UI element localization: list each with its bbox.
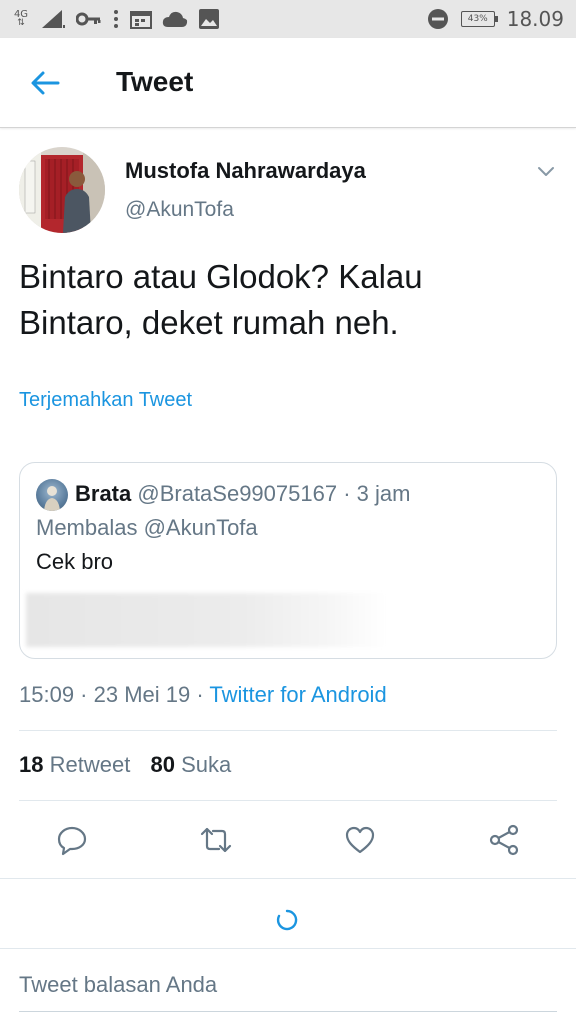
divider xyxy=(19,730,557,731)
quoted-media-blurred xyxy=(26,593,386,647)
network-indicator: 4G ⇅ xyxy=(12,10,30,28)
author-handle[interactable]: @AkunTofa xyxy=(125,198,234,222)
calendar-icon xyxy=(130,9,152,29)
tweet-text-line: Bintaro atau Glodok? Kalau xyxy=(19,258,423,295)
chevron-down-icon xyxy=(538,167,554,176)
status-left: 4G ⇅ xyxy=(12,6,220,32)
status-bar: 4G ⇅ 43% 18.09 xyxy=(0,0,576,38)
like-stat[interactable]: 80 Suka xyxy=(150,752,231,777)
page-title: Tweet xyxy=(116,66,194,97)
quoted-tweet-card[interactable]: Brata @BrataSe99075167 · 3 jam Membalas … xyxy=(19,462,557,659)
author-avatar[interactable] xyxy=(19,147,105,233)
like-count: 80 xyxy=(150,752,175,777)
tweet-source-link[interactable]: Twitter for Android xyxy=(209,682,386,707)
tweet-timestamp: 15:09 · 23 Mei 19 · Twitter for Android xyxy=(19,682,387,708)
share-button[interactable] xyxy=(484,822,524,858)
author-name[interactable]: Mustofa Nahrawardaya xyxy=(125,158,366,184)
divider xyxy=(0,948,576,949)
more-vert-icon xyxy=(112,9,120,29)
status-time: 18.09 xyxy=(506,7,564,31)
like-label: Suka xyxy=(181,752,232,777)
like-button[interactable] xyxy=(340,822,380,858)
tweet-time-date: 15:09 · 23 Mei 19 · xyxy=(19,682,210,707)
retweet-icon xyxy=(200,827,232,853)
vpn-key-icon xyxy=(76,12,102,26)
battery-level: 43% xyxy=(467,14,488,24)
quoted-text: Cek bro xyxy=(36,549,114,574)
quoted-header: Brata @BrataSe99075167 · 3 jam xyxy=(75,481,410,507)
retweet-count: 18 xyxy=(19,752,44,777)
back-button[interactable] xyxy=(24,63,66,103)
share-icon xyxy=(489,824,519,856)
divider xyxy=(0,878,576,879)
cloud-icon xyxy=(162,10,188,28)
reply-placeholder: Tweet balasan Anda xyxy=(19,972,218,997)
data-arrows-icon: ⇅ xyxy=(17,18,25,28)
do-not-disturb-icon xyxy=(427,8,449,30)
battery-icon: 43% xyxy=(460,11,498,27)
loading-spinner-icon xyxy=(275,908,299,932)
tweet-text: Bintaro atau Glodok? Kalau Bintaro, deke… xyxy=(19,254,549,346)
signal-icon xyxy=(40,8,66,30)
retweet-button[interactable] xyxy=(196,822,236,858)
tweet-menu-button[interactable] xyxy=(534,160,558,184)
reply-icon xyxy=(57,826,87,856)
back-arrow-icon xyxy=(31,71,60,95)
quoted-author-name: Brata xyxy=(75,481,132,506)
translate-tweet-link[interactable]: Terjemahkan Tweet xyxy=(19,389,192,412)
retweet-label: Retweet xyxy=(49,752,131,777)
quoted-replying-to: Membalas @AkunTofa xyxy=(36,515,258,540)
tweet-actions xyxy=(0,812,576,868)
like-icon xyxy=(345,826,375,854)
status-right: 43% 18.09 xyxy=(427,6,564,32)
image-icon xyxy=(198,8,220,30)
quoted-meta: @BrataSe99075167 · 3 jam xyxy=(137,481,411,506)
quoted-author-avatar xyxy=(36,479,68,511)
retweet-stat[interactable]: 18 Retweet xyxy=(19,752,130,777)
reply-button[interactable] xyxy=(52,822,92,858)
tweet-text-line: Bintaro, deket rumah neh. xyxy=(19,304,399,341)
tweet-stats: 18 Retweet 80 Suka xyxy=(19,752,245,778)
divider xyxy=(19,800,557,801)
app-header: Tweet xyxy=(0,38,576,128)
reply-input[interactable]: Tweet balasan Anda xyxy=(19,972,557,1012)
